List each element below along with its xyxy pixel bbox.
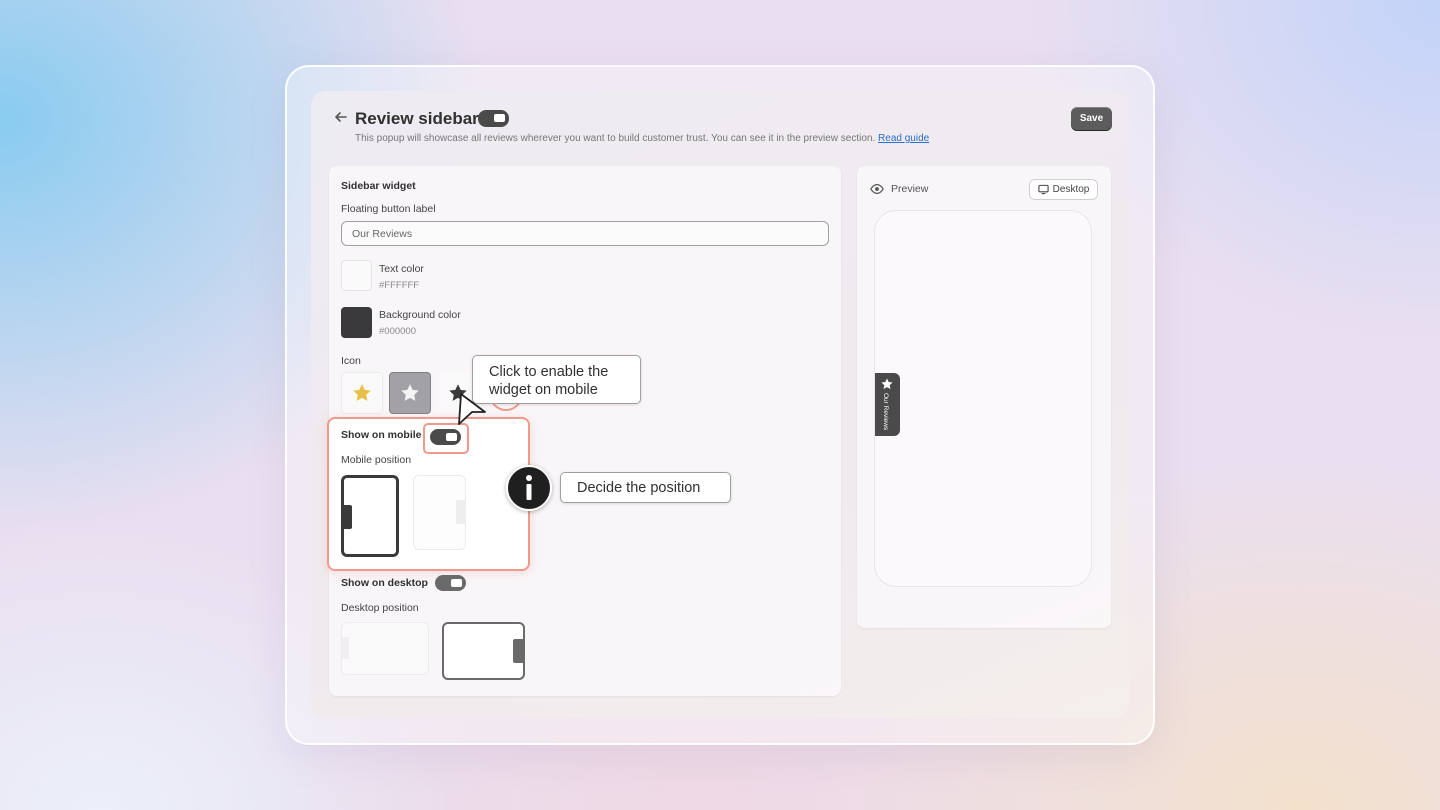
sidebar-enable-toggle[interactable] bbox=[478, 110, 509, 132]
star-yellow-icon bbox=[353, 384, 371, 401]
icon-option-outline-star[interactable] bbox=[389, 372, 431, 414]
star-outline-icon bbox=[401, 384, 419, 401]
back-arrow-icon[interactable] bbox=[333, 109, 349, 125]
show-on-desktop-toggle[interactable] bbox=[435, 575, 466, 596]
info-icon bbox=[506, 465, 552, 511]
mobile-left-tab-indicator bbox=[341, 505, 352, 529]
text-color-value: #FFFFFF bbox=[379, 280, 420, 291]
show-on-mobile-toggle[interactable] bbox=[430, 429, 461, 450]
desktop-position-right-option[interactable] bbox=[442, 622, 525, 680]
icon-label: Icon bbox=[341, 355, 361, 367]
text-color-swatch[interactable] bbox=[341, 260, 372, 291]
desktop-position-label: Desktop position bbox=[341, 602, 419, 614]
mobile-right-tab-indicator bbox=[456, 500, 466, 524]
show-on-mobile-label: Show on mobile bbox=[341, 429, 422, 441]
cursor-arrow-icon bbox=[458, 393, 486, 425]
floating-tab-label: Our Reviews bbox=[882, 393, 889, 431]
background-color-swatch[interactable] bbox=[341, 307, 372, 338]
save-button[interactable]: Save bbox=[1071, 107, 1112, 130]
mobile-position-right-option[interactable] bbox=[413, 475, 466, 550]
preview-phone-frame bbox=[874, 210, 1092, 587]
monitor-icon bbox=[1038, 184, 1049, 195]
tab-star-icon bbox=[881, 378, 893, 390]
position-tip-callout: Decide the position bbox=[560, 472, 731, 503]
desktop-position-left-option[interactable] bbox=[341, 622, 429, 675]
mobile-position-left-option[interactable] bbox=[341, 475, 399, 557]
page-title: Review sidebar bbox=[355, 109, 479, 128]
device-toggle-button[interactable]: Desktop bbox=[1029, 179, 1098, 200]
floating-reviews-tab[interactable]: Our Reviews bbox=[875, 373, 900, 436]
device-toggle-label: Desktop bbox=[1052, 184, 1090, 195]
mobile-tip-callout: Click to enable the widget on mobile bbox=[472, 355, 641, 404]
subtitle-text: This popup will showcase all reviews whe… bbox=[355, 133, 876, 144]
desktop-right-tab-indicator bbox=[513, 639, 524, 663]
section-title: Sidebar widget bbox=[341, 180, 416, 192]
icon-option-yellow-star[interactable] bbox=[341, 372, 383, 414]
eye-icon bbox=[870, 184, 884, 194]
page-subtitle: This popup will showcase all reviews whe… bbox=[355, 133, 929, 144]
floating-button-label-input[interactable] bbox=[341, 221, 829, 246]
show-on-desktop-label: Show on desktop bbox=[341, 577, 428, 589]
mobile-position-label: Mobile position bbox=[341, 454, 412, 466]
preview-title: Preview bbox=[891, 183, 929, 195]
desktop-left-tab-indicator bbox=[342, 637, 349, 659]
floating-label-title: Floating button label bbox=[341, 203, 436, 215]
background-color-value: #000000 bbox=[379, 326, 416, 337]
background-color-label: Background color bbox=[379, 309, 461, 321]
text-color-label: Text color bbox=[379, 263, 424, 275]
read-guide-link[interactable]: Read guide bbox=[878, 133, 929, 144]
